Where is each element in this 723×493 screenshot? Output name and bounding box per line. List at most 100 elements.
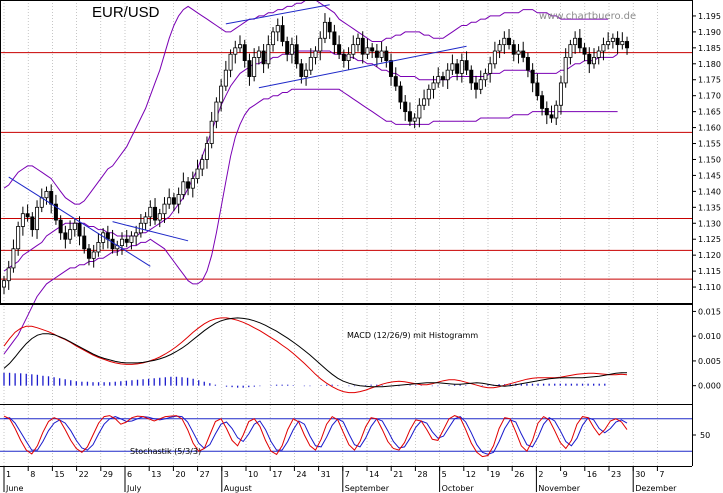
candle-body [370,47,375,52]
candle-body [77,222,82,237]
x-tick-label: 31 [321,470,331,479]
candle-body [412,117,417,122]
candle-body [153,206,158,221]
candle-body [521,50,526,58]
candle-body [157,213,162,221]
candle-body [2,280,7,288]
candle-body [450,63,455,71]
candle-body [20,213,25,227]
candle-body [72,222,77,231]
candle-body [422,98,427,106]
candle-body [86,248,91,259]
x-tick-label: 22 [79,470,89,479]
candle-body [39,197,44,208]
candle-body [143,216,148,224]
candle-body [384,50,389,61]
bollinger-lower-line [3,88,618,355]
x-tick-label: 14 [369,470,379,479]
x-tick-label: 15 [54,470,64,479]
candle-body [16,226,21,250]
candle-body [214,101,219,122]
x-tick-label: 10 [248,470,258,479]
x-tick-label: 29 [103,470,113,479]
candle-body [322,21,327,39]
x-tick-label: 6 [127,470,132,479]
candle-body [596,50,601,58]
x-tick-label: 13 [151,470,161,479]
candle-body [516,50,521,55]
x-tick-label: 24 [296,470,306,479]
candle-body [308,57,313,71]
candle-body [355,37,360,46]
y-tick-label: 1.145 [698,171,721,180]
trendline [8,176,151,267]
macd-y-tick-label: 0.005 [698,357,721,366]
y-tick-label: 1.140 [698,187,721,196]
x-tick-label: 7 [345,470,350,479]
candle-body [337,44,342,55]
candle-body [610,37,615,42]
bollinger-upper-line [3,0,609,205]
candle-body [280,25,285,42]
candle-body [346,53,351,62]
candle-body [469,69,474,84]
y-tick-label: 1.185 [698,44,721,53]
candle-body [124,238,129,243]
candle-body [134,232,139,237]
candle-body [171,197,176,205]
candle-body [549,114,554,119]
candle-body [620,41,625,46]
candle-body [186,181,191,189]
candle-body [535,82,540,97]
y-tick-label: 1.190 [698,28,721,37]
y-tick-label: 1.150 [698,155,721,164]
candle-body [417,104,422,119]
candle-body [233,47,238,55]
candle-body [82,235,87,250]
candle-body [256,50,261,58]
candle-body [167,197,172,205]
x-tick-label: 20 [175,470,185,479]
candle-body [488,63,493,74]
candle-body [242,44,247,61]
candle-body [601,44,606,52]
candle-body [455,63,460,74]
candle-body [625,41,630,49]
candle-body [30,216,35,231]
candle-body [266,44,271,65]
candle-body [360,37,365,55]
candle-body [223,69,228,87]
candle-body [120,238,125,246]
candle-body [68,229,73,240]
y-tick-label: 1.175 [698,76,721,85]
candle-body [96,241,101,253]
candle-body [525,57,530,71]
candle-body [228,53,233,71]
candle-body [563,57,568,84]
candle-body [483,72,488,81]
y-tick-label: 1.125 [698,235,721,244]
x-tick-label: 9 [563,470,568,479]
y-tick-label: 1.130 [698,219,721,228]
candle-body [237,44,242,49]
candle-body [195,168,200,180]
y-tick-label: 1.195 [698,12,721,21]
candle-body [49,190,54,205]
candle-body [445,69,450,81]
candle-body [299,63,304,77]
candle-body [176,194,181,205]
candle-body [511,44,516,55]
x-tick-label: 19 [490,470,500,479]
x-tick-label: 26 [514,470,524,479]
candle-body [204,143,209,160]
candle-body [497,44,502,52]
macd-title: MACD (12/26/9) mit Histogramm [347,331,478,340]
x-tick-label: 5 [442,470,447,479]
y-tick-label: 1.170 [698,92,721,101]
stoch-y-tick-label: 50 [700,431,710,440]
x-tick-label: 3 [224,470,229,479]
candle-body [374,50,379,58]
candle-body [365,47,370,55]
candle-body [313,50,318,58]
candle-body [275,25,280,33]
